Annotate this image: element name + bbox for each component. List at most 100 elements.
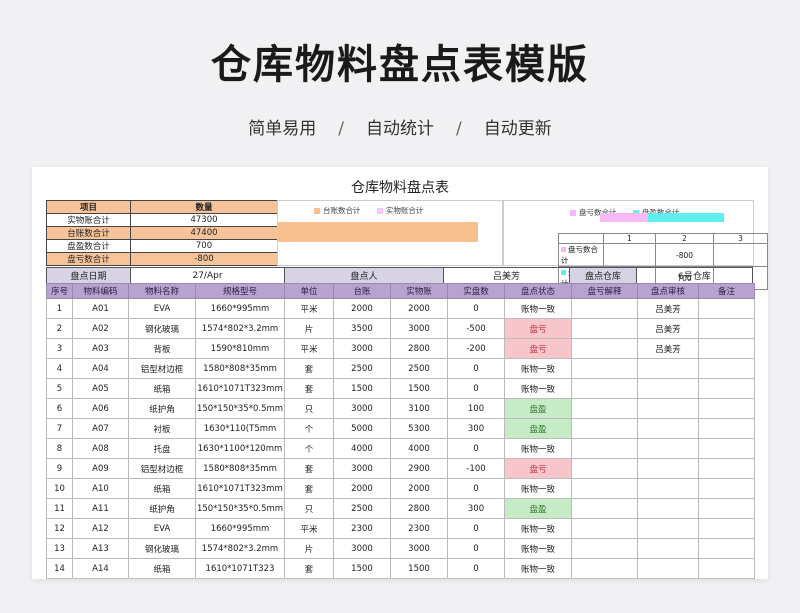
cell-actual[interactable]: 2000 — [390, 478, 448, 499]
cell-unit[interactable]: 片 — [284, 318, 334, 339]
cell-spec[interactable]: 1630*1100*120mm — [195, 438, 285, 459]
cell-code[interactable]: A02 — [72, 318, 129, 339]
cell-no[interactable]: 2 — [46, 318, 73, 339]
cell-actual[interactable]: 3100 — [390, 398, 448, 419]
table-row[interactable]: 6 A06 纸护角 150*150*35*0.5mm 只 3000 3100 100 盘盈 — [46, 398, 755, 419]
table-row[interactable]: 9 A09 铝型材边框 1580*808*35mm 套 3000 2900 -100 盘亏 — [46, 458, 755, 479]
cell-unit[interactable]: 片 — [284, 538, 334, 559]
cell-name[interactable]: 背板 — [128, 338, 196, 359]
cell-name[interactable]: 纸箱 — [128, 558, 196, 579]
cell-no[interactable]: 4 — [46, 358, 73, 379]
cell-count[interactable]: 0 — [447, 378, 505, 399]
cell-spec[interactable]: 1610*1071T323 — [195, 558, 285, 579]
cell-spec[interactable]: 1660*995mm — [195, 298, 285, 319]
column-header[interactable]: 盘点状态 — [504, 283, 572, 299]
table-row[interactable]: 8 A08 托盘 1630*1100*120mm 个 4000 4000 0 账物一致 — [46, 438, 755, 459]
cell-ledger[interactable]: 4000 — [333, 438, 391, 459]
cell-no[interactable]: 6 — [46, 398, 73, 419]
info-value[interactable]: 吕美芳 — [443, 267, 570, 284]
cell-count[interactable]: -200 — [447, 338, 505, 359]
cell-code[interactable]: A12 — [72, 518, 129, 539]
cell-ledger[interactable]: 3500 — [333, 318, 391, 339]
cell-ledger[interactable]: 2500 — [333, 498, 391, 519]
cell-name[interactable]: EVA — [128, 518, 196, 539]
cell-actual[interactable]: 5300 — [390, 418, 448, 439]
cell-status[interactable]: 账物一致 — [504, 518, 572, 539]
cell-ledger[interactable]: 2300 — [333, 518, 391, 539]
cell-audit[interactable]: 吕美芳 — [637, 298, 699, 319]
cell-spec[interactable]: 1574*802*3.2mm — [195, 538, 285, 559]
cell-actual[interactable]: 1500 — [390, 558, 448, 579]
cell-actual[interactable]: 3000 — [390, 538, 448, 559]
cell-note[interactable] — [698, 318, 755, 339]
cell-audit[interactable] — [637, 518, 699, 539]
cell-note[interactable] — [698, 458, 755, 479]
cell-status[interactable]: 账物一致 — [504, 358, 572, 379]
column-header[interactable]: 物料编码 — [72, 283, 129, 299]
table-row[interactable]: 13 A13 钢化玻璃 1574*802*3.2mm 片 3000 3000 0 账物一致 — [46, 538, 755, 559]
table-row[interactable]: 7 A07 衬板 1630*110(T5mm 个 5000 5300 300 盘盈 — [46, 418, 755, 439]
cell-count[interactable]: 0 — [447, 438, 505, 459]
cell-count[interactable]: 0 — [447, 518, 505, 539]
cell-status[interactable]: 账物一致 — [504, 538, 572, 559]
table-row[interactable]: 11 A11 纸护角 150*150*35*0.5mm 只 2500 2800 300 盘盈 — [46, 498, 755, 519]
cell-count[interactable]: 100 — [447, 398, 505, 419]
table-row[interactable]: 2 A02 钢化玻璃 1574*802*3.2mm 片 3500 3000 -500 盘亏 吕美芳 — [46, 318, 755, 339]
cell-spec[interactable]: 1580*808*35mm — [195, 458, 285, 479]
column-header[interactable]: 盘点审核 — [637, 283, 699, 299]
cell-note[interactable] — [698, 358, 755, 379]
cell-ledger[interactable]: 3000 — [333, 538, 391, 559]
cell-explain[interactable] — [571, 338, 638, 359]
cell-ledger[interactable]: 1500 — [333, 558, 391, 579]
cell-ledger[interactable]: 2500 — [333, 358, 391, 379]
cell-spec[interactable]: 1610*1071T323mm — [195, 478, 285, 499]
cell-code[interactable]: A01 — [72, 298, 129, 319]
cell-spec[interactable]: 1580*808*35mm — [195, 358, 285, 379]
cell-unit[interactable]: 套 — [284, 478, 334, 499]
cell-code[interactable]: A14 — [72, 558, 129, 579]
cell-status[interactable]: 账物一致 — [504, 438, 572, 459]
cell-explain[interactable] — [571, 478, 638, 499]
cell-code[interactable]: A06 — [72, 398, 129, 419]
cell-ledger[interactable]: 5000 — [333, 418, 391, 439]
cell-audit[interactable] — [637, 398, 699, 419]
table-row[interactable]: 3 A03 背板 1590*810mm 平米 3000 2800 -200 盘亏 吕美芳 — [46, 338, 755, 359]
column-header[interactable]: 规格型号 — [195, 283, 285, 299]
cell-ledger[interactable]: 2000 — [333, 478, 391, 499]
cell-explain[interactable] — [571, 418, 638, 439]
cell-audit[interactable] — [637, 558, 699, 579]
cell-status[interactable]: 盘亏 — [504, 338, 572, 359]
cell-spec[interactable]: 1590*810mm — [195, 338, 285, 359]
cell-name[interactable]: 钢化玻璃 — [128, 538, 196, 559]
cell-explain[interactable] — [571, 518, 638, 539]
cell-note[interactable] — [698, 478, 755, 499]
cell-spec[interactable]: 150*150*35*0.5mm — [195, 498, 285, 519]
column-header[interactable]: 实盘数 — [447, 283, 505, 299]
table-row[interactable]: 14 A14 纸箱 1610*1071T323 套 1500 1500 0 账物一致 — [46, 558, 755, 579]
table-row[interactable]: 12 A12 EVA 1660*995mm 平米 2300 2300 0 账物一致 — [46, 518, 755, 539]
cell-status[interactable]: 盘盈 — [504, 418, 572, 439]
column-header[interactable]: 单位 — [284, 283, 334, 299]
cell-spec[interactable]: 1574*802*3.2mm — [195, 318, 285, 339]
cell-actual[interactable]: 3000 — [390, 318, 448, 339]
cell-no[interactable]: 5 — [46, 378, 73, 399]
cell-unit[interactable]: 套 — [284, 558, 334, 579]
cell-name[interactable]: 铝型材边框 — [128, 458, 196, 479]
cell-audit[interactable] — [637, 418, 699, 439]
info-value[interactable]: 6号仓库 — [636, 267, 753, 284]
cell-unit[interactable]: 只 — [284, 498, 334, 519]
column-header[interactable]: 实物账 — [390, 283, 448, 299]
cell-unit[interactable]: 套 — [284, 458, 334, 479]
cell-note[interactable] — [698, 338, 755, 359]
cell-name[interactable]: 纸箱 — [128, 378, 196, 399]
cell-audit[interactable] — [637, 458, 699, 479]
cell-no[interactable]: 8 — [46, 438, 73, 459]
cell-audit[interactable] — [637, 498, 699, 519]
cell-unit[interactable]: 套 — [284, 358, 334, 379]
cell-actual[interactable]: 2300 — [390, 518, 448, 539]
column-header[interactable]: 物料名称 — [128, 283, 196, 299]
cell-code[interactable]: A13 — [72, 538, 129, 559]
cell-count[interactable]: -100 — [447, 458, 505, 479]
cell-code[interactable]: A03 — [72, 338, 129, 359]
cell-count[interactable]: 0 — [447, 538, 505, 559]
